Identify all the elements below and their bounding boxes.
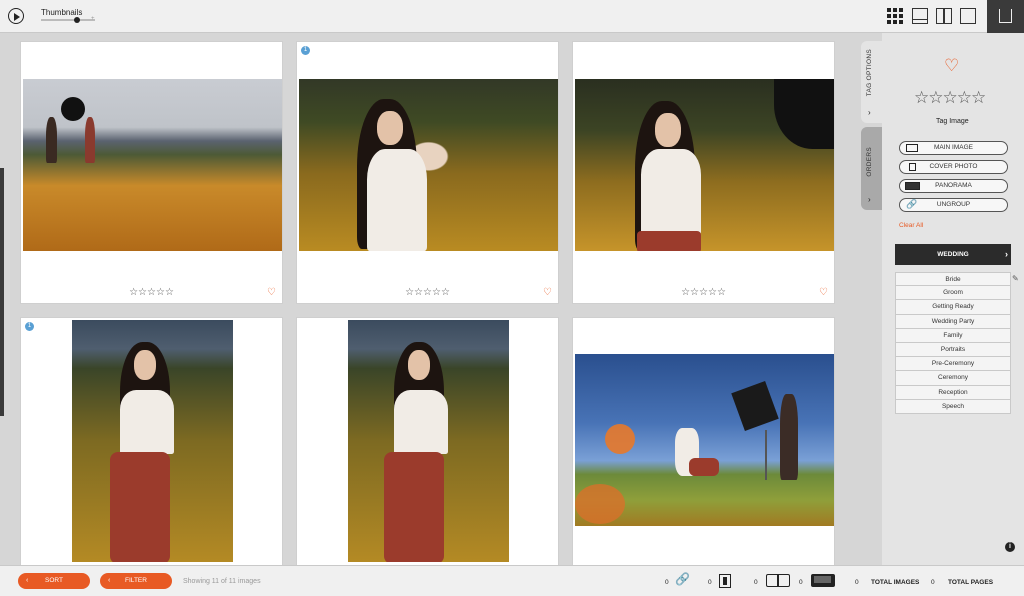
tag-item[interactable]: Wedding Party xyxy=(895,314,1011,329)
photo-thumbnail[interactable] xyxy=(23,79,282,251)
panorama-button[interactable]: PANORAMA xyxy=(899,179,1008,193)
top-toolbar: Thumbnails + xyxy=(0,0,1024,33)
compare-view-icon[interactable] xyxy=(936,8,952,24)
cover-photo-button[interactable]: COVER PHOTO xyxy=(899,160,1008,174)
favorite-heart-icon[interactable]: ♡ xyxy=(543,287,552,298)
group-count-badge: 1 xyxy=(301,46,310,55)
export-icon xyxy=(999,9,1012,23)
photo-thumbnail[interactable] xyxy=(72,320,233,562)
open-book-icon[interactable] xyxy=(766,574,790,587)
tab-label: TAG OPTIONS xyxy=(866,49,873,97)
star-rating[interactable]: ☆☆☆☆☆ xyxy=(573,287,834,298)
tag-item[interactable]: Family xyxy=(895,328,1011,343)
link-icon[interactable]: 🔗 xyxy=(675,572,690,586)
thumbnail-size-slider[interactable] xyxy=(41,17,95,23)
image-card[interactable]: ☆☆☆☆☆ ♡ xyxy=(572,41,835,304)
tag-item[interactable]: Portraits xyxy=(895,342,1011,358)
button-label: SORT xyxy=(45,577,63,584)
play-slideshow-icon[interactable] xyxy=(8,8,24,24)
image-count-status: Showing 11 of 11 images xyxy=(183,578,261,585)
button-label: PANORAMA xyxy=(935,182,972,189)
photo-thumbnail[interactable] xyxy=(575,354,834,526)
tab-orders[interactable]: ORDERS › xyxy=(861,127,882,210)
photo-thumbnail[interactable] xyxy=(575,79,834,251)
link-icon: 🔗 xyxy=(906,199,918,209)
chevron-right-icon: › xyxy=(1005,249,1008,259)
clear-all-link[interactable]: Clear All xyxy=(899,222,923,229)
edit-pencil-icon[interactable]: ✎ xyxy=(1012,274,1019,283)
favorite-heart-icon[interactable]: ♡ xyxy=(267,287,276,298)
filled-book-icon[interactable] xyxy=(811,574,835,587)
chevron-left-icon: ‹ xyxy=(108,577,111,584)
image-card[interactable]: ☆☆☆☆☆ ♡ xyxy=(20,41,283,304)
photo-thumbnail[interactable] xyxy=(299,79,558,251)
tag-item[interactable]: Pre-Ceremony xyxy=(895,357,1011,372)
export-button[interactable] xyxy=(987,0,1024,33)
main-image-button[interactable]: MAIN IMAGE xyxy=(899,141,1008,155)
book-open-count: 0 xyxy=(754,579,758,586)
single-view-icon[interactable] xyxy=(960,8,976,24)
tag-item[interactable]: Groom xyxy=(895,286,1011,301)
main-image-icon xyxy=(906,144,918,152)
side-tabs: TAG OPTIONS › ORDERS › xyxy=(861,41,882,210)
favorite-heart-icon[interactable]: ♡ xyxy=(944,56,959,76)
sort-button[interactable]: ‹ SORT xyxy=(18,573,90,589)
tag-item[interactable]: Getting Ready xyxy=(895,300,1011,315)
button-label: FILTER xyxy=(125,577,147,584)
filmstrip-view-icon[interactable] xyxy=(912,8,928,24)
total-images-count: 0 xyxy=(855,579,859,586)
image-card[interactable]: 1 xyxy=(20,317,283,580)
tag-item[interactable]: Ceremony xyxy=(895,371,1011,386)
chevron-right-icon: › xyxy=(868,195,871,204)
button-label: MAIN IMAGE xyxy=(933,144,973,151)
cover-photo-icon xyxy=(909,163,916,171)
button-label: COVER PHOTO xyxy=(929,163,978,170)
image-card[interactable] xyxy=(572,317,835,580)
total-pages-label: TOTAL PAGES xyxy=(948,579,994,586)
image-card[interactable]: 1 ☆☆☆☆☆ ♡ xyxy=(296,41,559,304)
tag-list: Bride Groom Getting Ready Wedding Party … xyxy=(895,272,1011,414)
chevron-left-icon: ‹ xyxy=(26,577,29,584)
tab-label: ORDERS xyxy=(866,147,873,177)
tag-image-label: Tag Image xyxy=(936,118,969,125)
thumbnails-label: Thumbnails xyxy=(41,8,83,17)
button-label: UNGROUP xyxy=(936,201,971,208)
group-count-badge: 1 xyxy=(25,322,34,331)
star-rating[interactable]: ☆☆☆☆☆ xyxy=(21,287,282,298)
total-pages-count: 0 xyxy=(931,579,935,586)
ungroup-button[interactable]: 🔗 UNGROUP xyxy=(899,198,1008,212)
tag-item[interactable]: Reception xyxy=(895,385,1011,400)
star-rating[interactable]: ☆☆☆☆☆ xyxy=(914,88,986,108)
image-card[interactable] xyxy=(296,317,559,580)
slider-plus[interactable]: + xyxy=(91,16,95,22)
tab-tag-options[interactable]: TAG OPTIONS › xyxy=(861,41,882,123)
page-count: 0 xyxy=(708,579,712,586)
category-label: WEDDING xyxy=(937,251,969,258)
panorama-icon xyxy=(905,182,920,190)
chevron-right-icon: › xyxy=(868,108,871,117)
left-panel-handle[interactable] xyxy=(0,168,4,416)
category-wedding[interactable]: WEDDING › xyxy=(895,244,1011,265)
tag-item[interactable]: Speech xyxy=(895,399,1011,414)
total-images-label: TOTAL IMAGES xyxy=(871,579,920,586)
slider-knob[interactable] xyxy=(74,17,80,23)
link-count: 0 xyxy=(665,579,669,586)
info-icon[interactable]: i xyxy=(1005,542,1015,552)
photo-thumbnail[interactable] xyxy=(348,320,509,562)
bottom-toolbar: ‹ SORT ‹ FILTER Showing 11 of 11 images … xyxy=(0,565,1024,596)
page-icon[interactable] xyxy=(719,574,731,588)
grid-view-icon[interactable] xyxy=(887,8,903,24)
book-full-count: 0 xyxy=(799,579,803,586)
star-rating[interactable]: ☆☆☆☆☆ xyxy=(297,287,558,298)
tag-item[interactable]: Bride xyxy=(895,272,1011,287)
filter-button[interactable]: ‹ FILTER xyxy=(100,573,172,589)
favorite-heart-icon[interactable]: ♡ xyxy=(819,287,828,298)
